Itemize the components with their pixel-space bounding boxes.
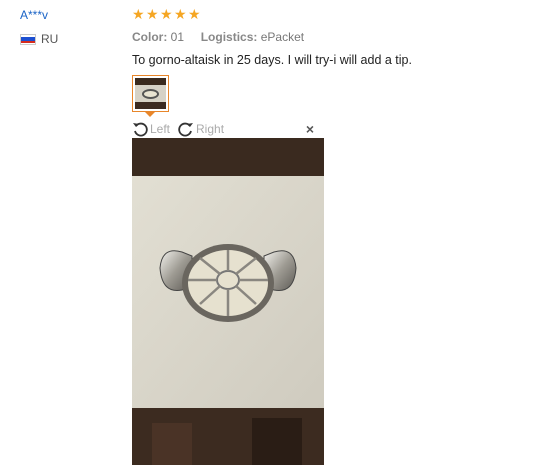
apple-slicer-photo — [132, 138, 324, 465]
star-icon: ★ — [174, 6, 187, 22]
logistics-value: ePacket — [260, 30, 305, 44]
star-icon: ★ — [132, 6, 145, 22]
star-icon: ★ — [160, 6, 173, 22]
thumbnail-selected-indicator — [145, 112, 155, 117]
rotate-left-icon — [133, 122, 148, 137]
color-value: 01 — [170, 30, 185, 44]
flag-ru-icon — [20, 33, 36, 45]
reviewer-info: A***v RU — [20, 8, 120, 46]
color-label: Color: — [132, 30, 168, 44]
review-text: To gorno-altaisk in 25 days. I will try-… — [132, 53, 412, 67]
star-rating: ★ ★ ★ ★ ★ — [132, 6, 542, 24]
rotate-left-button[interactable]: Left — [132, 121, 170, 137]
review-photo-thumbnail[interactable] — [132, 75, 169, 112]
close-icon[interactable]: × — [306, 121, 314, 137]
reviewer-country: RU — [20, 32, 120, 46]
thumbnail-image — [135, 78, 166, 109]
country-code: RU — [41, 32, 59, 46]
rotate-right-label: Right — [196, 122, 225, 136]
review-body: ★ ★ ★ ★ ★ Color: 01 Logistics: ePacket T… — [132, 6, 542, 68]
rotate-right-icon — [178, 122, 194, 137]
reviewer-name: A***v — [20, 8, 49, 22]
logistics-label: Logistics: — [200, 30, 258, 44]
rotate-left-label: Left — [150, 122, 171, 136]
star-icon: ★ — [188, 6, 201, 22]
rotate-right-button[interactable]: Right — [178, 121, 224, 137]
review-attributes: Color: 01 Logistics: ePacket — [132, 30, 542, 44]
viewer-toolbar: Left Right × — [132, 120, 324, 138]
photo-viewer: Left Right × — [132, 120, 324, 465]
review-photo — [132, 138, 324, 465]
star-icon: ★ — [146, 6, 159, 22]
